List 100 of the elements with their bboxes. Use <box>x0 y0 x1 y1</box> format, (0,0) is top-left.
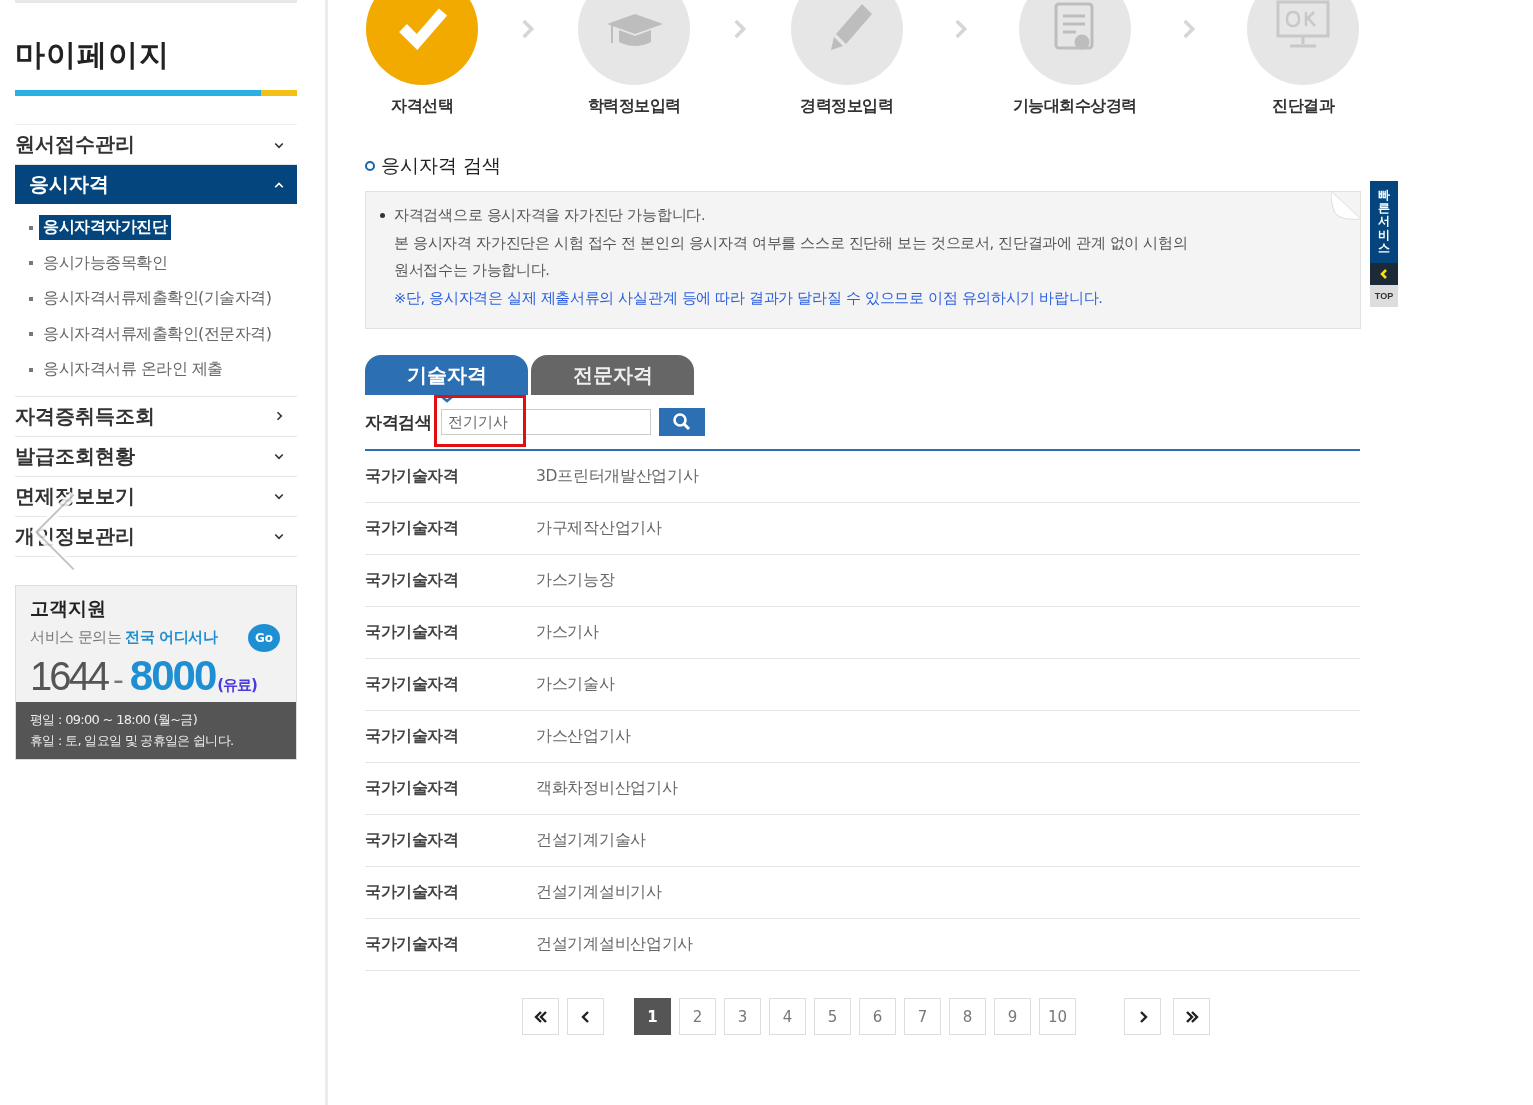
category-text: 국가기술자격 <box>365 934 459 955</box>
bullet-icon <box>29 225 33 230</box>
step-label: 기능대회수상경력 <box>1012 96 1137 117</box>
search-field[interactable]: 전기기사 <box>441 409 651 435</box>
double-chevron-icon <box>1183 1008 1200 1025</box>
qualification-name: 가스기술사 <box>536 674 615 695</box>
collapse-button[interactable] <box>1370 262 1398 285</box>
category-text: 국가기술자격 <box>365 674 459 695</box>
result-row[interactable]: 국가기술자격 가스기능장 <box>365 555 1360 607</box>
step-label: 경력정보입력 <box>800 96 893 117</box>
category-text: 국가기술자격 <box>365 518 459 539</box>
page-title: 마이페이지 <box>15 36 171 74</box>
caret-icon <box>439 395 454 403</box>
category-text: 국가기술자격 <box>365 882 459 903</box>
result-row[interactable]: 국가기술자격 건설기계기술사 <box>365 815 1360 867</box>
result-row[interactable]: 국가기술자격 가스기술사 <box>365 659 1360 711</box>
page-button[interactable]: 3 <box>724 998 761 1035</box>
menu-item[interactable]: 면제정보보기 <box>15 476 297 516</box>
go-button[interactable]: Go <box>248 623 280 652</box>
page-button[interactable]: 2 <box>679 998 716 1035</box>
page-button[interactable]: 9 <box>994 998 1031 1035</box>
result-row[interactable]: 국가기술자격 3D프린터개발산업기사 <box>365 451 1360 503</box>
search-button[interactable] <box>659 408 705 436</box>
notice-text: ※단, 응시자격은 실제 제출서류의 사실관계 등에 따라 결과가 달라질 수 있으므로 이점 유의하시기 바랍니다. <box>394 289 1103 306</box>
qualification-name: 건설기계설비기사 <box>536 882 662 903</box>
menu-item[interactable]: 원서접수관리 <box>15 125 297 164</box>
page-button[interactable]: 10 <box>1039 998 1076 1035</box>
qualification-name: 객화차정비산업기사 <box>536 778 678 799</box>
top-button[interactable]: TOP <box>1370 284 1398 307</box>
quick-service-tab[interactable]: 빠른서비스 <box>1370 181 1398 263</box>
category-text: 국가기술자격 <box>365 570 459 591</box>
chevron-icon <box>521 17 536 41</box>
category-text: 국가기술자격 <box>365 830 459 851</box>
page-button[interactable]: 4 <box>769 998 806 1035</box>
chevron-icon <box>733 17 748 41</box>
page-button[interactable]: 6 <box>859 998 896 1035</box>
menu-item[interactable]: 발급조회현황 <box>15 436 297 476</box>
page-button[interactable]: 8 <box>949 998 986 1035</box>
notice-text: 원서접수는 가능합니다. <box>394 262 550 278</box>
category-text: 국가기술자격 <box>365 726 459 747</box>
hours-text: 휴일 : 토, 일요일 및 공휴일은 쉽니다. <box>30 731 235 750</box>
result-row[interactable]: 국가기술자격 가스기사 <box>365 607 1360 659</box>
tab[interactable]: 기술자격 <box>365 355 528 395</box>
next-page-button[interactable] <box>1124 998 1161 1035</box>
qualification-name: 건설기계설비산업기사 <box>536 934 693 955</box>
menu-item[interactable]: 개인정보관리 <box>15 516 297 556</box>
support-title: 고객지원 <box>30 595 107 621</box>
bullet-icon <box>29 261 33 266</box>
result-row[interactable]: 국가기술자격 객화차정비산업기사 <box>365 763 1360 815</box>
qualification-name: 건설기계기술사 <box>536 830 646 851</box>
notice-text: 본 응시자격 자가진단은 시험 접수 전 본인의 응시자격 여부를 스스로 진단해 보는 것으로서, 진단결과에 관계 없이 시험의 <box>394 234 1188 251</box>
search-icon <box>672 412 692 432</box>
category-text: 국가기술자격 <box>365 622 459 643</box>
bullet-icon <box>380 213 385 219</box>
previous-page-button[interactable] <box>567 998 604 1035</box>
page-button[interactable]: 1 <box>634 998 671 1035</box>
phone-dash: - <box>113 661 124 697</box>
step-label: 학력정보입력 <box>587 96 681 117</box>
qualification-name: 가스기사 <box>536 622 599 643</box>
qualification-name: 가스기능장 <box>536 570 615 591</box>
step-label: 자격선택 <box>391 96 453 117</box>
step-label: 진단결과 <box>1272 96 1334 117</box>
hours-text: 평일 : 09:00 ~ 18:00 (월~금) <box>30 710 199 729</box>
chevron-icon <box>1181 17 1196 41</box>
result-row[interactable]: 국가기술자격 건설기계설비기사 <box>365 867 1360 919</box>
result-row[interactable]: 국가기술자격 가구제작산업기사 <box>365 503 1360 555</box>
category-text: 국가기술자격 <box>365 466 459 487</box>
menu-item[interactable]: 응시자격 <box>15 165 297 204</box>
phone-number: 8000 <box>129 651 216 700</box>
page-button[interactable]: 5 <box>814 998 851 1035</box>
submenu-item[interactable]: 응시자격서류 온라인 제출 <box>39 357 227 383</box>
submenu-item[interactable]: 응시자격자가진단 <box>39 215 171 241</box>
double-chevron-icon <box>532 1008 549 1025</box>
bullet-icon <box>29 296 33 301</box>
tab[interactable]: 전문자격 <box>531 355 694 395</box>
submenu-item[interactable]: 응시자격서류제출확인(기술자격) <box>39 286 276 312</box>
first-page-button[interactable] <box>522 998 559 1035</box>
support-highlight: 전국 어디서나 <box>125 628 217 647</box>
search-label: 자격검색 <box>365 410 432 434</box>
result-row[interactable]: 국가기술자격 가스산업기사 <box>365 711 1360 763</box>
qualification-name: 가구제작산업기사 <box>536 518 662 539</box>
section-title: 응시자격 검색 <box>381 153 502 178</box>
page-button[interactable]: 7 <box>904 998 941 1035</box>
menu-item[interactable]: 자격증취득조회 <box>15 396 297 436</box>
notice-text: 자격검색으로 응시자격을 자가진단 가능합니다. <box>394 206 706 225</box>
fee-note: (유료) <box>217 675 257 695</box>
qualification-name: 3D프린터개발산업기사 <box>536 466 699 487</box>
bullet-icon <box>29 332 33 337</box>
bullet-icon <box>29 367 33 372</box>
phone-prefix: 1644 <box>30 653 107 699</box>
submenu-item[interactable]: 응시자격서류제출확인(전문자격) <box>39 321 276 347</box>
chevron-icon <box>953 17 968 41</box>
category-text: 국가기술자격 <box>365 778 459 799</box>
qualification-name: 가스산업기사 <box>536 726 631 747</box>
result-row[interactable]: 국가기술자격 건설기계설비산업기사 <box>365 919 1360 971</box>
support-subtitle: 서비스 문의는 <box>30 628 122 647</box>
submenu-item[interactable]: 응시가능종목확인 <box>39 250 171 276</box>
ring-bullet-icon <box>365 161 375 171</box>
chevron-icon <box>1379 268 1389 279</box>
last-page-button[interactable] <box>1173 998 1210 1035</box>
